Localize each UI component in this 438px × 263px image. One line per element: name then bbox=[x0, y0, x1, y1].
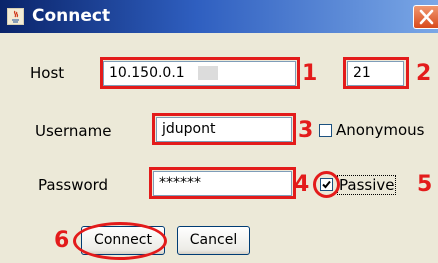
dialog-content: Host 10.150.0.1 1 21 2 Username jdupont … bbox=[0, 33, 438, 263]
title-bar: Connect bbox=[0, 0, 438, 33]
close-icon bbox=[419, 9, 434, 25]
username-label: Username bbox=[35, 122, 112, 140]
annotation-circle-connect bbox=[73, 222, 167, 260]
callout-1: 1 bbox=[302, 61, 318, 86]
anonymous-label: Anonymous bbox=[336, 121, 425, 139]
close-button[interactable] bbox=[413, 5, 438, 29]
host-label: Host bbox=[30, 64, 65, 82]
callout-4: 4 bbox=[294, 172, 310, 197]
annotation-box-username bbox=[152, 113, 296, 145]
connect-dialog: Connect Host 10.150.0.1 1 21 2 Username … bbox=[0, 0, 438, 263]
callout-2: 2 bbox=[416, 61, 432, 86]
anonymous-checkbox[interactable] bbox=[319, 124, 332, 137]
callout-5: 5 bbox=[417, 172, 433, 197]
password-label: Password bbox=[38, 176, 109, 194]
cancel-button[interactable]: Cancel bbox=[177, 226, 250, 255]
callout-6: 6 bbox=[54, 228, 70, 253]
passive-label: Passive bbox=[336, 175, 397, 195]
annotation-box-port bbox=[343, 57, 409, 89]
annotation-circle-passive bbox=[313, 171, 340, 198]
annotation-box-password bbox=[149, 167, 296, 199]
window-title: Connect bbox=[32, 6, 111, 26]
callout-3: 3 bbox=[298, 118, 314, 143]
java-app-icon bbox=[7, 8, 24, 25]
annotation-box-host bbox=[100, 57, 300, 89]
